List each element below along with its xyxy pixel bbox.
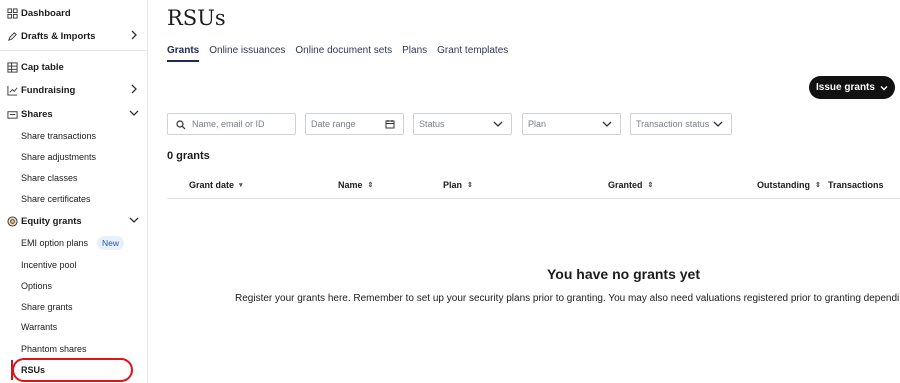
tab-grants[interactable]: Grants <box>167 45 200 62</box>
page-title: RSUs <box>167 6 226 30</box>
sidebar-item-share-transactions[interactable]: Share transactions <box>21 127 96 145</box>
column-name[interactable]: Name ⇕ <box>338 180 373 190</box>
sort-icon: ⇕ <box>467 182 473 189</box>
status-placeholder: Status <box>419 119 445 129</box>
search-icon <box>176 120 186 130</box>
chevron-down-icon <box>880 85 888 90</box>
sidebar-item-share-classes[interactable]: Share classes <box>21 169 78 187</box>
sidebar-item-label: Equity grants <box>21 215 82 227</box>
column-transactions: Transactions <box>828 180 884 190</box>
sort-icon: ⇕ <box>367 182 374 189</box>
issue-grants-label: Issue grants <box>816 82 875 93</box>
table-icon <box>6 61 18 73</box>
new-badge: New <box>97 236 125 250</box>
sidebar-item-label: Drafts & Imports <box>21 30 96 42</box>
column-granted[interactable]: Granted ⇕ <box>608 180 653 190</box>
sidebar-item-label: Fundraising <box>21 84 76 96</box>
sidebar-item-cap-table[interactable]: Cap table <box>0 57 148 77</box>
chevron-down-icon <box>713 121 723 127</box>
column-label: Outstanding <box>757 180 810 190</box>
equity-icon <box>6 215 18 227</box>
sidebar-item-warrants[interactable]: Warrants <box>21 318 57 336</box>
tab-online-issuances[interactable]: Online issuances <box>209 45 285 62</box>
column-grant-date[interactable]: Grant date ▾ <box>189 180 243 190</box>
sidebar-item-label: EMI option plans <box>21 238 89 248</box>
sidebar: Dashboard Drafts & Imports Cap table Fun… <box>0 0 148 383</box>
column-label: Grant date <box>189 180 235 190</box>
tab-plans[interactable]: Plans <box>402 45 427 62</box>
sidebar-item-share-grants[interactable]: Share grants <box>21 298 73 316</box>
empty-state-title: You have no grants yet <box>547 266 700 282</box>
sidebar-divider <box>0 50 148 51</box>
sort-icon: ⇕ <box>815 182 821 189</box>
calendar-icon <box>385 120 395 129</box>
sort-desc-icon: ▾ <box>239 182 243 189</box>
tab-bar: Grants Online issuances Online document … <box>167 45 518 62</box>
sidebar-item-dashboard[interactable]: Dashboard <box>0 3 148 23</box>
status-select[interactable]: Status <box>413 113 512 135</box>
plan-placeholder: Plan <box>528 119 547 129</box>
column-outstanding[interactable]: Outstanding ⇕ <box>757 180 821 190</box>
column-label: Transactions <box>828 180 884 190</box>
sidebar-item-phantom-shares[interactable]: Phantom shares <box>21 340 87 358</box>
chevron-down-icon <box>129 110 139 116</box>
pencil-icon <box>6 30 18 42</box>
sidebar-item-drafts[interactable]: Drafts & Imports <box>0 26 148 46</box>
chevron-down-icon <box>129 217 139 223</box>
column-label: Granted <box>608 180 643 190</box>
sidebar-item-incentive-pool[interactable]: Incentive pool <box>21 256 77 274</box>
column-plan[interactable]: Plan ⇕ <box>443 180 473 190</box>
grid-icon <box>6 7 18 19</box>
search-input[interactable]: Name, email or ID <box>167 113 296 135</box>
search-placeholder: Name, email or ID <box>192 119 265 129</box>
sidebar-item-label: Cap table <box>21 61 64 73</box>
sort-icon: ⇕ <box>647 182 654 189</box>
transaction-status-select[interactable]: Transaction status <box>630 113 732 135</box>
tab-grant-templates[interactable]: Grant templates <box>437 45 508 62</box>
sidebar-item-shares[interactable]: Shares <box>0 104 148 124</box>
sidebar-item-options[interactable]: Options <box>21 277 52 295</box>
sidebar-item-emi-option-plans[interactable]: EMI option plans New <box>21 234 125 252</box>
chevron-right-icon <box>131 30 137 40</box>
sidebar-item-share-certificates[interactable]: Share certificates <box>21 190 91 208</box>
grants-count: 0 grants <box>167 150 210 162</box>
tab-online-document-sets[interactable]: Online document sets <box>295 45 392 62</box>
shares-icon <box>6 108 18 120</box>
sidebar-item-fundraising[interactable]: Fundraising <box>0 80 148 100</box>
chevron-right-icon <box>131 84 137 94</box>
chevron-down-icon <box>493 121 503 127</box>
date-range-field[interactable]: Date range <box>305 113 404 135</box>
chevron-down-icon <box>602 121 612 127</box>
date-range-placeholder: Date range <box>311 119 356 129</box>
sidebar-item-equity-grants[interactable]: Equity grants <box>0 211 148 231</box>
sidebar-item-label: Dashboard <box>21 7 71 19</box>
column-label: Name <box>338 180 363 190</box>
sidebar-item-label: Shares <box>21 108 53 120</box>
chart-icon <box>6 84 18 96</box>
column-label: Plan <box>443 180 463 190</box>
transaction-status-placeholder: Transaction status <box>636 119 710 129</box>
issue-grants-button[interactable]: Issue grants <box>809 76 895 99</box>
table-header: Grant date ▾ Name ⇕ Plan ⇕ Granted ⇕ Out… <box>167 175 900 199</box>
plan-select[interactable]: Plan <box>522 113 621 135</box>
highlight-annotation <box>12 358 133 382</box>
sidebar-item-share-adjustments[interactable]: Share adjustments <box>21 148 96 166</box>
empty-state-description: Register your grants here. Remember to s… <box>235 293 900 304</box>
